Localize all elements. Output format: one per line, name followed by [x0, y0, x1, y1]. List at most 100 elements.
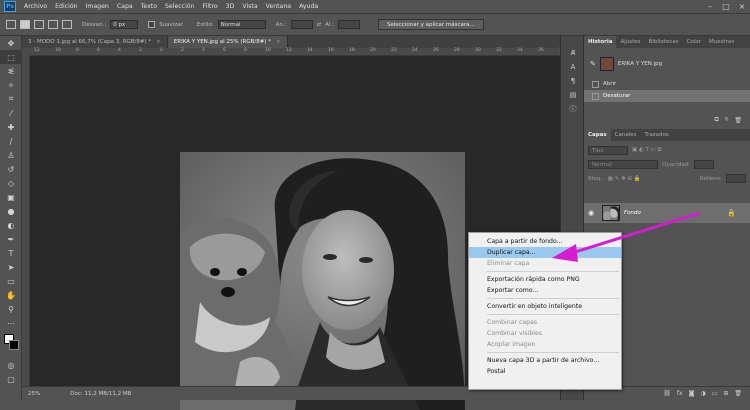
lasso-tool-icon[interactable]: ᓬ [0, 64, 22, 78]
path-selection-tool-icon[interactable]: ➤ [0, 260, 22, 274]
tab-modo1[interactable]: 3 - MODO 1.jpg al 66,7% (Capa 3, RGB/8#)… [22, 36, 168, 48]
history-step-abrir[interactable]: Abrir [584, 78, 750, 90]
character-style-icon[interactable]: A [561, 60, 585, 74]
tab-canales[interactable]: Canales [611, 129, 641, 141]
context-menu-item[interactable]: Convertir en objeto inteligente [469, 301, 621, 312]
intersect-selection-icon[interactable] [62, 20, 72, 29]
smooth-checkbox[interactable] [148, 21, 156, 28]
zoom-level[interactable]: 25% [28, 391, 40, 397]
paragraph-panel-icon[interactable]: ¶ [561, 74, 585, 88]
blend-mode-select[interactable]: Normal [588, 160, 658, 169]
add-mask-icon[interactable]: ◙ [689, 390, 695, 397]
menu-ventana[interactable]: Ventana [262, 3, 295, 10]
color-swatches-icon[interactable] [0, 330, 22, 358]
minimize-button[interactable]: – [702, 2, 718, 11]
select-and-mask-button[interactable]: Seleccionar y aplicar máscara... [378, 19, 484, 30]
tab-muestras[interactable]: Muestras [705, 36, 738, 48]
magic-wand-tool-icon[interactable]: ✧ [0, 78, 22, 92]
menu-imagen[interactable]: Imagen [82, 3, 113, 10]
width-input[interactable] [290, 20, 313, 29]
hand-tool-icon[interactable]: ✋ [0, 288, 22, 302]
quick-mask-icon[interactable]: ◎ [0, 358, 22, 372]
marquee-preset-icon[interactable] [6, 20, 16, 29]
delete-layer-icon[interactable]: 🗑 [734, 390, 742, 397]
marquee-tool-icon[interactable]: ⬚ [0, 50, 22, 64]
context-menu-item[interactable]: Nueva capa 3D a partir de archivo... [469, 355, 621, 366]
tab-erika-y-yen[interactable]: ERIKA Y YEN.jpg al 25% (RGB/8#) * × [167, 36, 288, 48]
layer-filter-select[interactable]: Tipo [588, 146, 628, 155]
eraser-tool-icon[interactable]: ◇ [0, 176, 22, 190]
fill-input[interactable] [726, 174, 746, 183]
character-panel-icon[interactable]: Ⱥ [561, 46, 585, 60]
context-menu-item[interactable]: Duplicar capa... [469, 247, 621, 258]
tab-ajustes[interactable]: Ajustes [616, 36, 644, 48]
close-icon[interactable]: × [276, 39, 281, 45]
layer-name[interactable]: Fondo [624, 210, 641, 216]
eyedropper-tool-icon[interactable]: ⁄ [0, 106, 22, 120]
delete-state-icon[interactable]: 🗑 [734, 117, 742, 124]
menu-archivo[interactable]: Archivo [20, 3, 51, 10]
close-icon[interactable]: × [156, 39, 161, 45]
document-size[interactable]: Doc: 11,2 MB/11,2 MB [70, 391, 131, 397]
history-step-desaturar[interactable]: Desaturar [584, 90, 750, 102]
opacity-input[interactable] [693, 160, 714, 169]
link-layers-icon[interactable]: ⛓ [663, 390, 671, 397]
context-menu-item[interactable]: Exportar como... [469, 285, 621, 296]
menu-3d[interactable]: 3D [222, 3, 239, 10]
document-image[interactable] [180, 152, 465, 410]
menu-seleccion[interactable]: Selección [161, 3, 199, 10]
height-input[interactable] [338, 20, 361, 29]
snapshot-camera-icon[interactable]: ⌾ [725, 116, 729, 124]
paint-bucket-tool-icon[interactable]: ▣ [0, 190, 22, 204]
menu-edicion[interactable]: Edición [51, 3, 81, 10]
menu-filtro[interactable]: Filtro [199, 3, 222, 10]
blur-tool-icon[interactable]: ● [0, 204, 22, 218]
history-snapshot[interactable]: ✎ ERIKA Y YEN.jpg [584, 54, 750, 74]
clone-stamp-tool-icon[interactable]: ♙ [0, 148, 22, 162]
screen-mode-icon[interactable]: ▢ [0, 372, 22, 386]
menu-texto[interactable]: Texto [137, 3, 161, 10]
zoom-tool-icon[interactable]: ⚲ [0, 302, 22, 316]
add-selection-icon[interactable] [34, 20, 44, 29]
visibility-eye-icon[interactable]: ◉ [588, 209, 598, 217]
menu-capa[interactable]: Capa [113, 3, 137, 10]
feather-input[interactable]: 0 px [110, 20, 139, 29]
tab-bibliotecas[interactable]: Bibliotecas [645, 36, 683, 48]
layer-style-icon[interactable]: fx [677, 390, 683, 397]
menu-separator [487, 298, 619, 299]
lock-icons[interactable]: ▦ ✎ ✥ ⊞ 🔒 [608, 176, 641, 182]
swap-icon[interactable]: ⇄ [317, 22, 322, 28]
new-selection-icon[interactable] [20, 20, 30, 29]
tab-color[interactable]: Color [683, 36, 705, 48]
history-brush-tool-icon[interactable]: ↺ [0, 162, 22, 176]
context-menu-item[interactable]: Exportación rápida como PNG [469, 274, 621, 285]
close-button[interactable]: × [734, 2, 750, 11]
layer-row-fondo[interactable]: ◉ Fondo 🔒 [584, 203, 750, 223]
rectangle-tool-icon[interactable]: ▭ [0, 274, 22, 288]
new-document-from-state-icon[interactable]: ⧉ [714, 116, 718, 124]
tab-historia[interactable]: Historia [584, 36, 617, 48]
edit-toolbar-icon[interactable]: ⋯ [0, 316, 22, 330]
healing-brush-tool-icon[interactable]: ✚ [0, 120, 22, 134]
brush-tool-icon[interactable]: ∕ [0, 134, 22, 148]
dodge-tool-icon[interactable]: ◐ [0, 218, 22, 232]
adjustment-layer-icon[interactable]: ◑ [700, 390, 705, 397]
tab-trazados[interactable]: Trazados [641, 129, 673, 141]
context-menu-item[interactable]: Capa a partir de fondo... [469, 236, 621, 247]
crop-tool-icon[interactable]: ⌗ [0, 92, 22, 106]
new-layer-icon[interactable]: ⊞ [723, 390, 728, 397]
context-menu-item[interactable]: Postal [469, 366, 621, 377]
menu-ayuda[interactable]: Ayuda [295, 3, 322, 10]
new-group-icon[interactable]: ▭ [712, 390, 718, 397]
menu-vista[interactable]: Vista [238, 3, 261, 10]
properties-panel-icon[interactable]: ▤ [561, 88, 585, 102]
maximize-button[interactable]: □ [718, 2, 734, 11]
style-select[interactable]: Normal [217, 20, 266, 29]
tab-capas[interactable]: Capas [584, 129, 611, 141]
pen-tool-icon[interactable]: ✒ [0, 232, 22, 246]
subtract-selection-icon[interactable] [48, 20, 58, 29]
filter-icons[interactable]: ▣ ◐ T ▭ ⧉ [632, 147, 661, 154]
info-panel-icon[interactable]: ⓘ [561, 102, 585, 116]
type-tool-icon[interactable]: T [0, 246, 22, 260]
move-tool-icon[interactable]: ✥ [0, 36, 22, 50]
